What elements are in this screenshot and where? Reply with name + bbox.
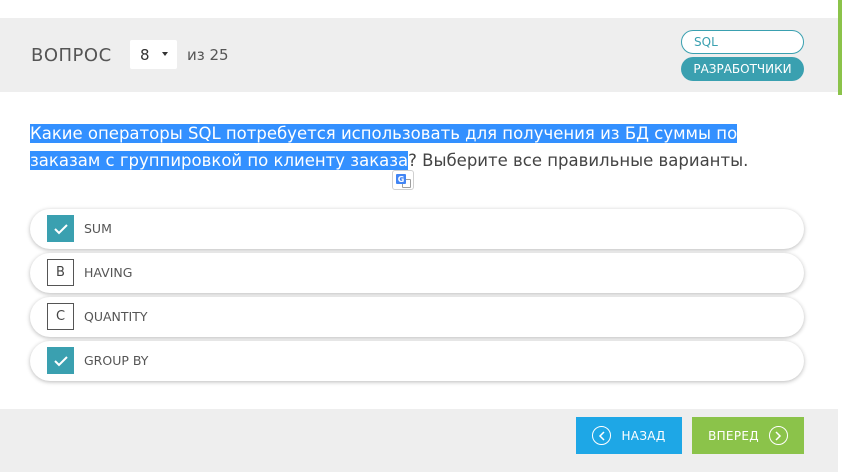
- tag-developers[interactable]: РАЗРАБОТЧИКИ: [681, 57, 804, 81]
- tag-sql[interactable]: SQL: [681, 30, 804, 54]
- question-label: ВОПРОС: [31, 45, 112, 66]
- option-checkbox-checked[interactable]: [47, 347, 74, 374]
- question-number-select[interactable]: 8: [130, 40, 177, 69]
- back-button-label: НАЗАД: [621, 428, 666, 443]
- chevron-left-icon: [592, 426, 612, 445]
- check-icon: [53, 355, 68, 366]
- question-total: из 25: [187, 46, 229, 64]
- option-label: GROUP BY: [84, 353, 149, 368]
- option-quantity[interactable]: C QUANTITY: [30, 297, 804, 337]
- option-checkbox-checked[interactable]: [47, 215, 74, 242]
- scrollbar-thumb[interactable]: [838, 0, 842, 95]
- chevron-right-icon: [768, 426, 788, 445]
- question-number-value: 8: [140, 45, 150, 64]
- next-button[interactable]: ВПЕРЕД: [692, 417, 804, 454]
- option-label: QUANTITY: [84, 309, 148, 324]
- question-text: Какие операторы SQL потребуется использо…: [30, 120, 790, 174]
- check-icon: [53, 223, 68, 234]
- google-translate-icon[interactable]: G: [392, 170, 414, 190]
- option-group-by[interactable]: GROUP BY: [30, 341, 804, 381]
- option-checkbox[interactable]: C: [47, 303, 74, 330]
- question-text-rest: ? Выберите все правильные варианты.: [408, 151, 749, 170]
- option-sum[interactable]: SUM: [30, 209, 804, 249]
- caret-down-icon: [162, 52, 168, 56]
- option-label: HAVING: [84, 265, 133, 280]
- option-checkbox[interactable]: B: [47, 259, 74, 286]
- answer-options: SUM B HAVING C QUANTITY GROUP BY: [30, 209, 804, 385]
- back-button[interactable]: НАЗАД: [576, 417, 682, 454]
- option-label: SUM: [84, 221, 112, 236]
- option-having[interactable]: B HAVING: [30, 253, 804, 293]
- next-button-label: ВПЕРЕД: [708, 428, 759, 443]
- translate-icon-g: G: [396, 174, 406, 184]
